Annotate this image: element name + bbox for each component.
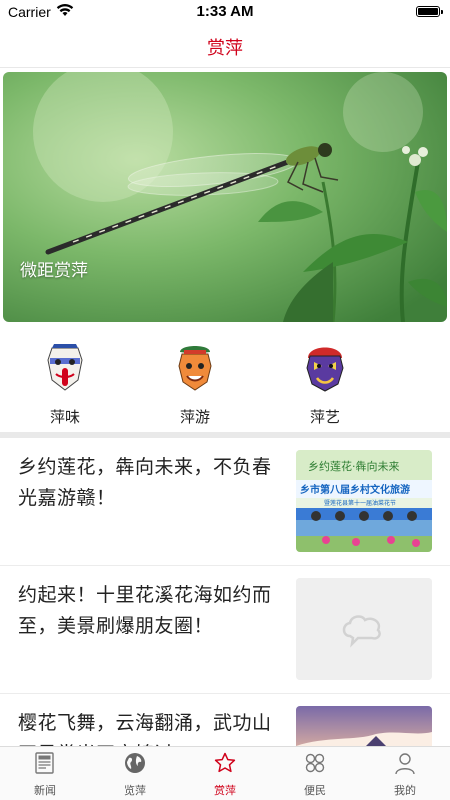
- banner-caption: 微距赏萍: [20, 261, 88, 281]
- newspaper-icon: [35, 752, 54, 774]
- news-item[interactable]: 乡约莲花，犇向未来，不负春光嘉游赣！ 乡约莲花·犇向未来 乡市第八届乡村文化旅游…: [0, 438, 450, 566]
- thumb-subline: 暨莲花县第十一届油菜花节: [324, 499, 396, 507]
- status-bar: Carrier 1:33 AM: [0, 0, 450, 24]
- opera-mask-red-icon: [47, 344, 83, 391]
- tab-appreciate[interactable]: 赏萍: [180, 747, 270, 800]
- news-item[interactable]: 约起来！十里花溪花海如约而至，美景刷爆朋友圈！: [0, 566, 450, 694]
- news-title: 乡约莲花，犇向未来，不负春光嘉游赣！: [18, 456, 272, 509]
- tab-news[interactable]: 新闻: [0, 747, 90, 800]
- navigation-bar: 赏萍: [0, 24, 450, 68]
- news-thumbnail: 乡约莲花·犇向未来 乡市第八届乡村文化旅游 暨莲花县第十一届油菜花节: [296, 450, 432, 552]
- news-title: 樱花飞舞，云海翻涌，武功山正是赏光正宜媲过: [18, 712, 272, 746]
- news-thumbnail: [296, 706, 432, 746]
- news-list: 乡约莲花，犇向未来，不负春光嘉游赣！ 乡约莲花·犇向未来 乡市第八届乡村文化旅游…: [0, 438, 450, 746]
- tab-label: 新闻: [34, 784, 56, 797]
- opera-mask-purple-icon: [306, 347, 344, 392]
- tab-label: 便民: [304, 784, 326, 797]
- channel-label: 萍游: [179, 408, 210, 426]
- page-title: 赏萍: [207, 38, 243, 59]
- tab-profile[interactable]: 我的: [360, 747, 450, 800]
- tab-label: 我的: [394, 784, 416, 797]
- grid-icon: [305, 753, 325, 773]
- tab-browse[interactable]: 览萍: [90, 747, 180, 800]
- thumb-headline: 乡市第八届乡村文化旅游: [300, 483, 410, 496]
- tab-bar: 新闻 览萍 赏萍 便民 我的: [0, 746, 450, 800]
- channel-pingyou[interactable]: 萍游: [150, 336, 240, 432]
- news-item[interactable]: 樱花飞舞，云海翻涌，武功山正是赏光正宜媲过: [0, 694, 450, 746]
- news-thumbnail-placeholder: [296, 578, 432, 680]
- channel-pingyi[interactable]: 萍艺: [280, 336, 370, 432]
- globe-icon: [125, 753, 145, 773]
- channel-label: 萍味: [49, 408, 80, 426]
- person-icon: [395, 753, 415, 775]
- opera-mask-orange-icon: [178, 346, 212, 391]
- banner-image: [3, 72, 447, 322]
- tab-services[interactable]: 便民: [270, 747, 360, 800]
- banner-carousel[interactable]: 微距赏萍: [3, 72, 447, 322]
- channel-pingwei[interactable]: 萍味: [20, 336, 110, 432]
- clock: 1:33 AM: [196, 3, 254, 20]
- battery-icon: [416, 6, 443, 17]
- star-icon: [214, 752, 236, 773]
- tab-label: 赏萍: [214, 784, 236, 797]
- thumb-slogan: 乡约莲花·犇向未来: [308, 459, 400, 473]
- image-placeholder-icon: [296, 578, 432, 680]
- tab-label: 览萍: [124, 784, 146, 797]
- news-title: 约起来！十里花溪花海如约而至，美景刷爆朋友圈！: [18, 584, 272, 637]
- news-image: 乡约莲花·犇向未来 乡市第八届乡村文化旅游 暨莲花县第十一届油菜花节: [296, 450, 432, 552]
- channel-shortcuts: 萍味 萍游 萍艺: [0, 336, 450, 432]
- channel-label: 萍艺: [309, 408, 340, 426]
- news-image: [296, 706, 432, 746]
